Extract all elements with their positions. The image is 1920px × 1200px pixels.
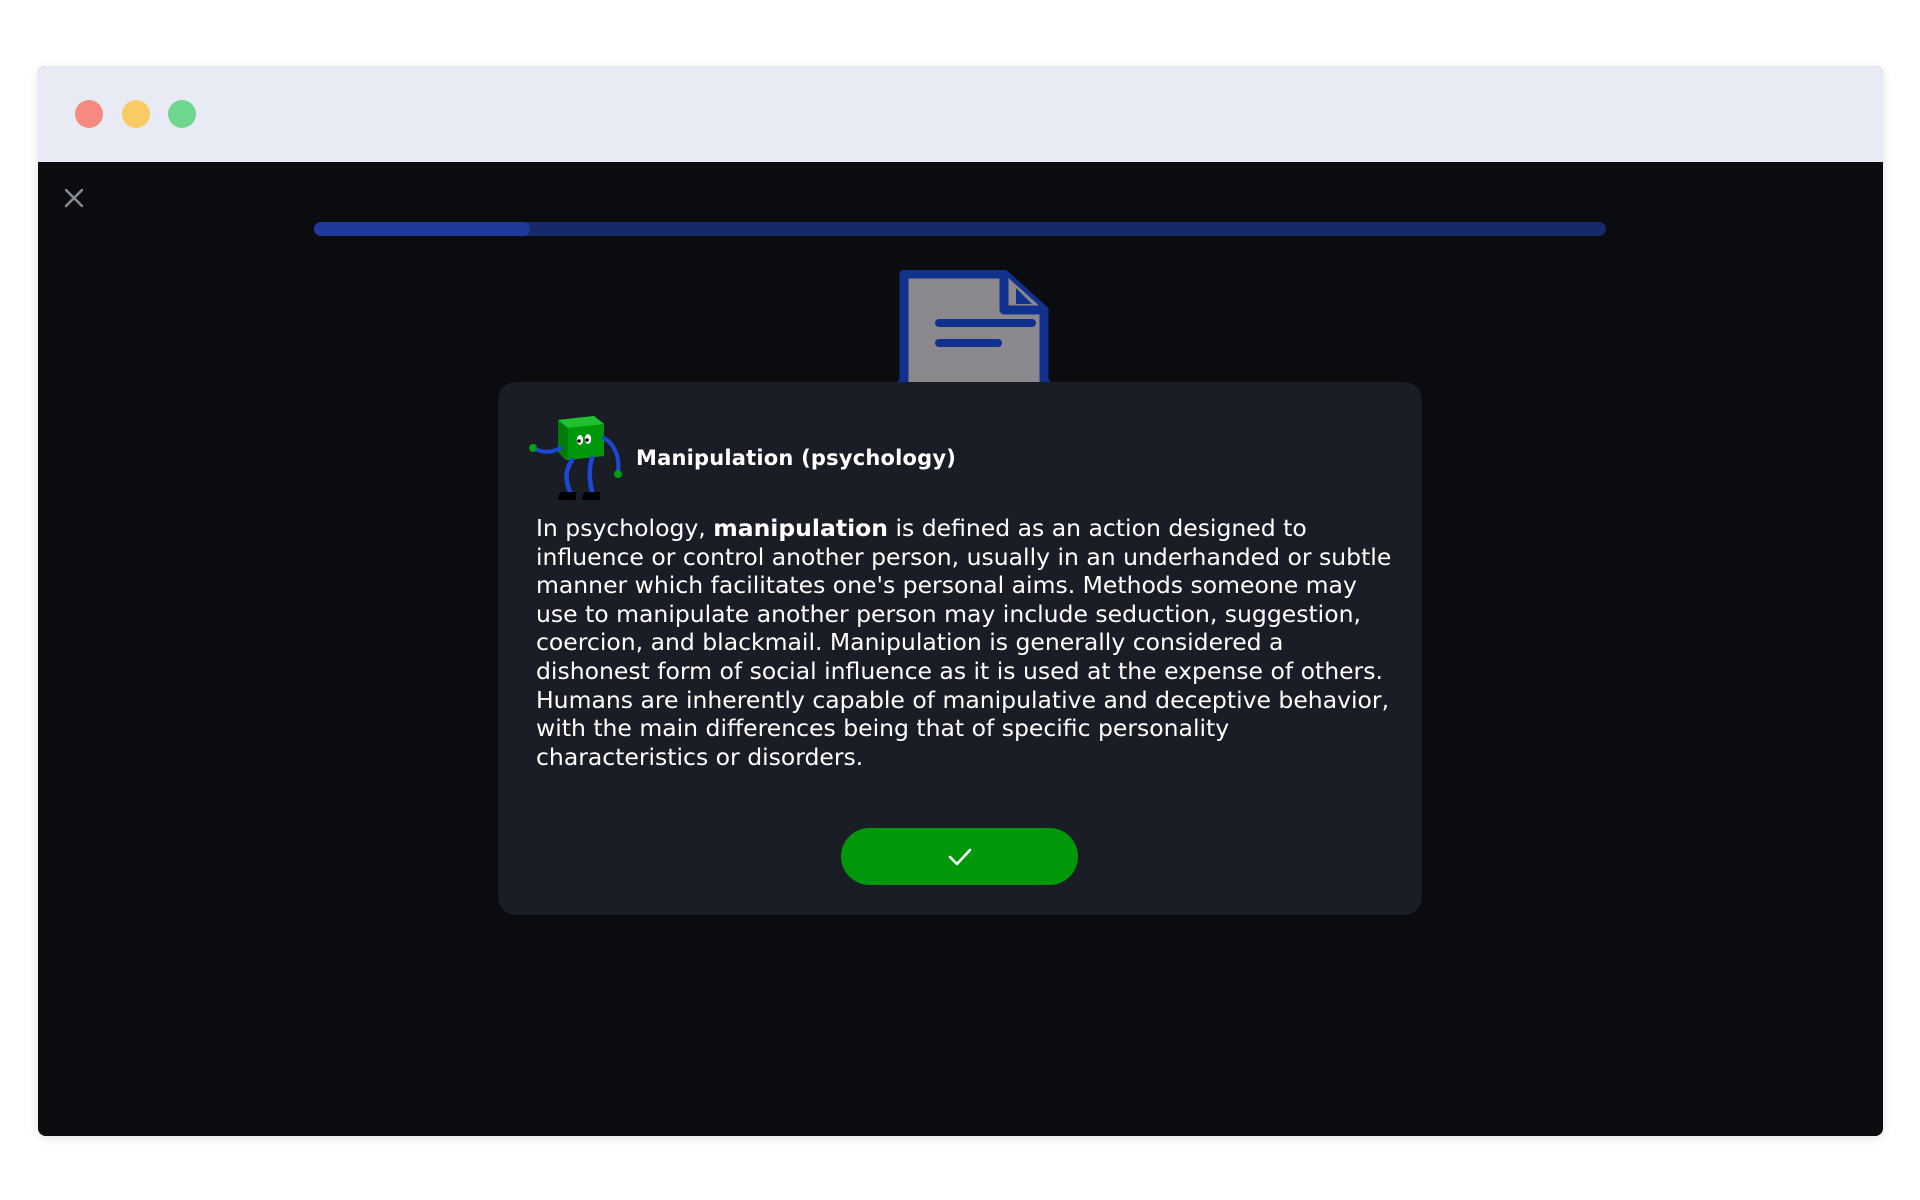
body-text-intro: In psychology,: [536, 514, 714, 542]
window-minimize-dot[interactable]: [122, 100, 150, 128]
green-cube-mascot-icon: [529, 416, 622, 500]
title-bar: [38, 66, 1883, 162]
card-title: Manipulation (psychology): [636, 446, 957, 470]
card-body-text: In psychology, manipulation is defined a…: [536, 514, 1396, 771]
card-header: Manipulation (psychology): [528, 412, 956, 504]
info-card: Manipulation (psychology) In psychology,…: [498, 382, 1422, 915]
app-window: Manipulation (psychology) In psychology,…: [38, 66, 1883, 1136]
window-maximize-dot[interactable]: [168, 100, 196, 128]
lesson-progress-bar: [314, 222, 1606, 236]
x-icon: [64, 188, 84, 208]
body-text-keyword: manipulation: [713, 514, 888, 542]
checkmark-icon: [948, 848, 971, 865]
close-lesson-button[interactable]: [60, 184, 88, 212]
lesson-progress-fill: [314, 222, 530, 236]
confirm-button[interactable]: [841, 828, 1078, 885]
document-icon: [892, 270, 1056, 390]
window-close-dot[interactable]: [75, 100, 103, 128]
body-text-rest: is defined as an action designed to infl…: [536, 514, 1392, 771]
lesson-screen: Manipulation (psychology) In psychology,…: [38, 162, 1883, 1136]
